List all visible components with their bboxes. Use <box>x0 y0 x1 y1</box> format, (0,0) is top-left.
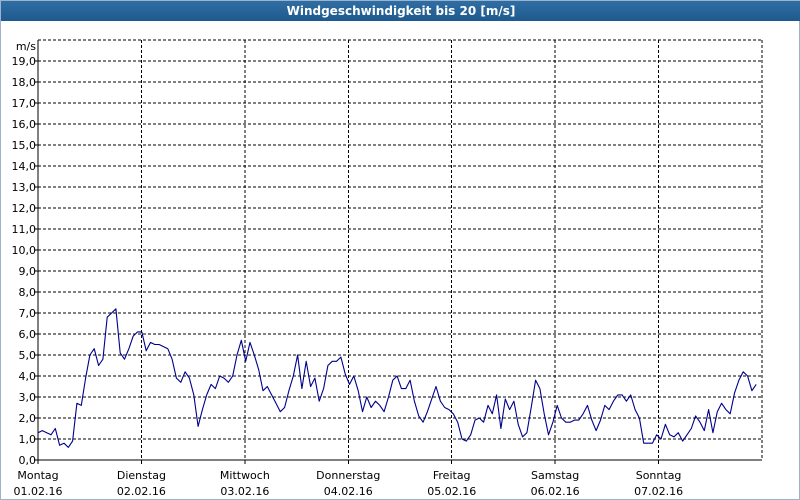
x-tick-label-day: Sonntag <box>636 469 682 482</box>
y-axis-label: m/s <box>16 40 36 53</box>
y-tick-label: 19,0 <box>12 55 37 68</box>
y-tick-label: 13,0 <box>12 181 37 194</box>
y-tick-label: 4,0 <box>19 370 37 383</box>
y-tick-label: 18,0 <box>12 76 37 89</box>
x-tick-label-date: 06.02.16 <box>531 485 580 498</box>
y-tick-label: 15,0 <box>12 139 37 152</box>
x-tick-label-date: 04.02.16 <box>324 485 373 498</box>
wind-speed-chart: m/s 0,0 1,0 2,0 3,0 4,0 5,0 6,0 7,0 8,0 9,0 10,0 11… <box>12 39 763 498</box>
y-tick-label: 17,0 <box>12 97 37 110</box>
y-tick-label: 12,0 <box>12 202 37 215</box>
y-tick-label: 1,0 <box>19 433 37 446</box>
x-ticks: Montag 01.02.16 Dienstag 02.02.16 Mittwoch 03… <box>14 469 684 498</box>
x-tick-label-date: 07.02.16 <box>634 485 683 498</box>
y-tick-label: 2,0 <box>19 412 37 425</box>
y-tick-label: 14,0 <box>12 160 37 173</box>
y-tick-label: 3,0 <box>19 391 37 404</box>
y-tick-label: 16,0 <box>12 118 37 131</box>
y-tick-label: 11,0 <box>12 223 37 236</box>
y-tick-label: 10,0 <box>12 244 37 257</box>
x-tick-label-day: Dienstag <box>117 469 166 482</box>
y-ticks: 0,0 1,0 2,0 3,0 4,0 5,0 6,0 7,0 8,0 9,0 10,0 11,0 12… <box>12 55 37 467</box>
y-tick-label: 9,0 <box>19 265 37 278</box>
x-tick-label-day: Samstag <box>531 469 579 482</box>
x-tick-label-date: 01.02.16 <box>14 485 63 498</box>
y-tick-label: 7,0 <box>19 307 37 320</box>
x-tick-label-date: 02.02.16 <box>117 485 166 498</box>
x-tick-label-day: Donnerstag <box>316 469 380 482</box>
y-tick-label: 0,0 <box>19 454 37 467</box>
x-tick-label-day: Freitag <box>433 469 471 482</box>
y-tick-label: 8,0 <box>19 286 37 299</box>
x-tick-label-date: 03.02.16 <box>220 485 269 498</box>
x-tick-label-day: Mittwoch <box>220 469 270 482</box>
y-tick-label: 5,0 <box>19 349 37 362</box>
y-tick-label: 6,0 <box>19 328 37 341</box>
x-tick-label-day: Montag <box>17 469 58 482</box>
x-tick-label-date: 05.02.16 <box>427 485 476 498</box>
